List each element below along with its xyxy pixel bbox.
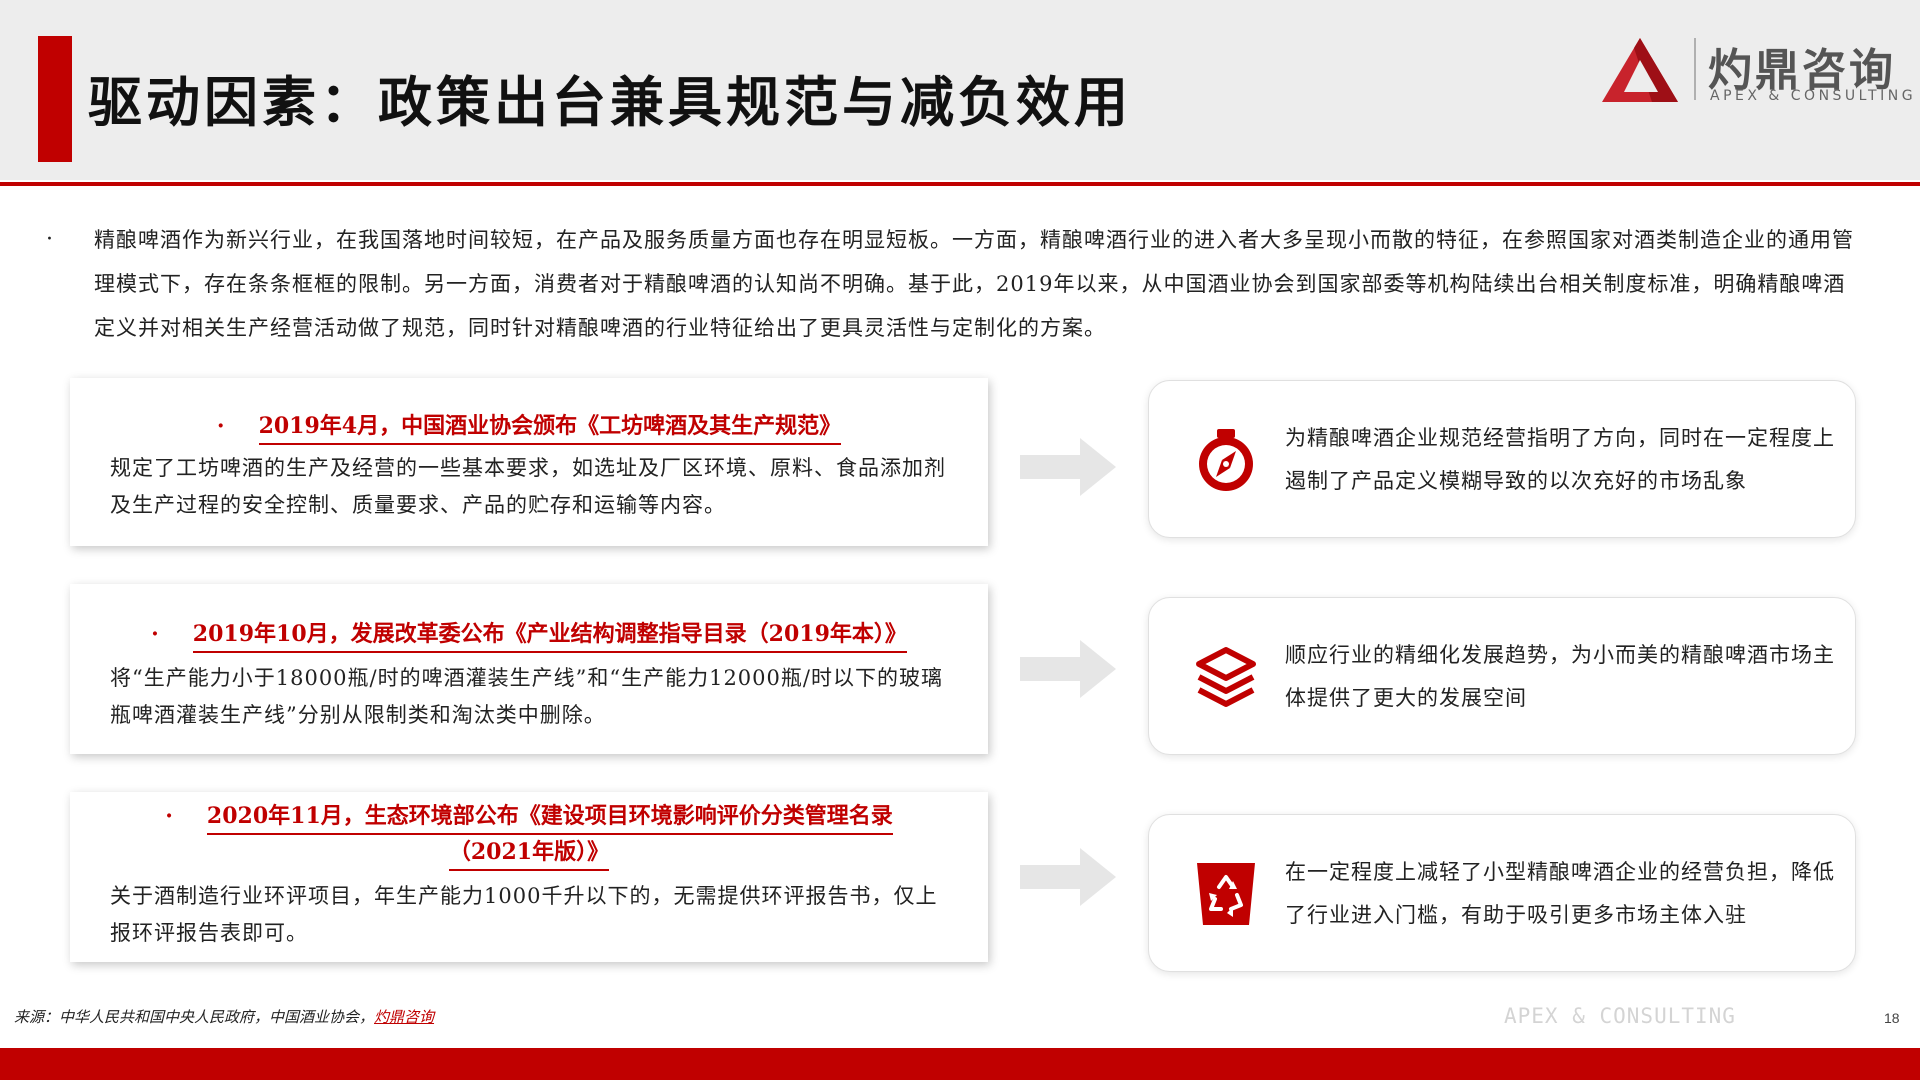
policy-title-3: · 2020年11月，生态环境部公布《建设项目环境影响评价分类管理名录: [70, 798, 988, 835]
effect-text-2: 顺应行业的精细化发展趋势，为小而美的精酿啤酒市场主体提供了更大的发展空间: [1285, 643, 1835, 710]
logo-triangle-icon: [1602, 38, 1678, 102]
company-logo: 灼鼎咨询 APEX & CONSULTING: [1600, 34, 1913, 110]
source-note: 来源：中华人民共和国中央人民政府，中国酒业协会，灼鼎咨询: [14, 1006, 434, 1027]
intro-bullet: ·: [46, 227, 54, 252]
effect-text-1: 为精酿啤酒企业规范经营指明了方向，同时在一定程度上遏制了产品定义模糊导致的以次充…: [1285, 426, 1835, 493]
policy-title-text: 2019年10月，发展改革委公布《产业结构调整指导目录（2019年本）》: [192, 621, 907, 653]
policy-bullet: ·: [216, 413, 225, 439]
policy-title-1: · 2019年4月，中国酒业协会颁布《工坊啤酒及其生产规范》: [70, 408, 988, 445]
effect-text-3: 在一定程度上减轻了小型精酿啤酒企业的经营负担，降低了行业进入门槛，有助于吸引更多…: [1285, 860, 1835, 927]
footer-bar: [0, 1048, 1920, 1080]
effect-card-3: 在一定程度上减轻了小型精酿啤酒企业的经营负担，降低了行业进入门槛，有助于吸引更多…: [1148, 814, 1856, 972]
policy-title-text: （2021年版）》: [448, 839, 610, 871]
logo-name-en: APEX & CONSULTING: [1710, 88, 1917, 104]
policy-bullet: ·: [151, 621, 159, 647]
policy-body-3: 关于酒制造行业环评项目，年生产能力1000千升以下的，无需提供环评报告书，仅上报…: [110, 884, 938, 945]
policy-title-3-cont: （2021年版）》: [70, 834, 988, 871]
policy-card-2: · 2019年10月，发展改革委公布《产业结构调整指导目录（2019年本）》 将“…: [70, 584, 988, 754]
policy-card-1: · 2019年4月，中国酒业协会颁布《工坊啤酒及其生产规范》 规定了工坊啤酒的生产…: [70, 378, 988, 546]
right-arrow-icon: [1020, 848, 1116, 906]
policy-title-text: 2020年11月，生态环境部公布《建设项目环境影响评价分类管理名录: [206, 803, 893, 835]
intro-paragraph: · 精酿啤酒作为新兴行业，在我国落地时间较短，在产品及服务质量方面也存在明显短板…: [44, 218, 1854, 350]
compass-icon: [1199, 429, 1253, 491]
header-band: 驱动因素：政策出台兼具规范与减负效用 灼鼎咨询 APEX & CONSULTIN…: [0, 0, 1920, 180]
header-divider-line: [0, 182, 1920, 186]
effect-card-1: 为精酿啤酒企业规范经营指明了方向，同时在一定程度上遏制了产品定义模糊导致的以次充…: [1148, 380, 1856, 538]
recycle-icon: [1197, 863, 1255, 925]
watermark: APEX & CONSULTING: [1504, 1004, 1736, 1028]
policy-bullet: ·: [165, 803, 173, 829]
page-number: 18: [1884, 1010, 1900, 1026]
right-arrow-icon: [1020, 640, 1116, 698]
effect-card-2: 顺应行业的精细化发展趋势，为小而美的精酿啤酒市场主体提供了更大的发展空间: [1148, 597, 1856, 755]
policy-card-3: · 2020年11月，生态环境部公布《建设项目环境影响评价分类管理名录 （2021…: [70, 792, 988, 962]
layers-icon: [1196, 647, 1256, 707]
page-title: 驱动因素：政策出台兼具规范与减负效用: [88, 70, 1132, 134]
logo-divider: [1694, 38, 1696, 100]
policy-body-2: 将“生产能力小于18000瓶/时的啤酒灌装生产线”和“生产能力12000瓶/时以…: [110, 666, 943, 727]
policy-title-text: 2019年4月，中国酒业协会颁布《工坊啤酒及其生产规范》: [258, 413, 842, 445]
right-arrow-icon: [1020, 438, 1116, 496]
intro-text: 精酿啤酒作为新兴行业，在我国落地时间较短，在产品及服务质量方面也存在明显短板。一…: [94, 228, 1854, 340]
source-link[interactable]: 灼鼎咨询: [374, 1008, 434, 1026]
source-prefix: 来源：中华人民共和国中央人民政府，中国酒业协会，: [14, 1008, 375, 1026]
policy-body-1: 规定了工坊啤酒的生产及经营的一些基本要求，如选址及厂区环境、原料、食品添加剂及生…: [110, 456, 946, 517]
title-accent-bar: [38, 36, 72, 162]
policy-title-2: · 2019年10月，发展改革委公布《产业结构调整指导目录（2019年本）》: [70, 616, 988, 653]
